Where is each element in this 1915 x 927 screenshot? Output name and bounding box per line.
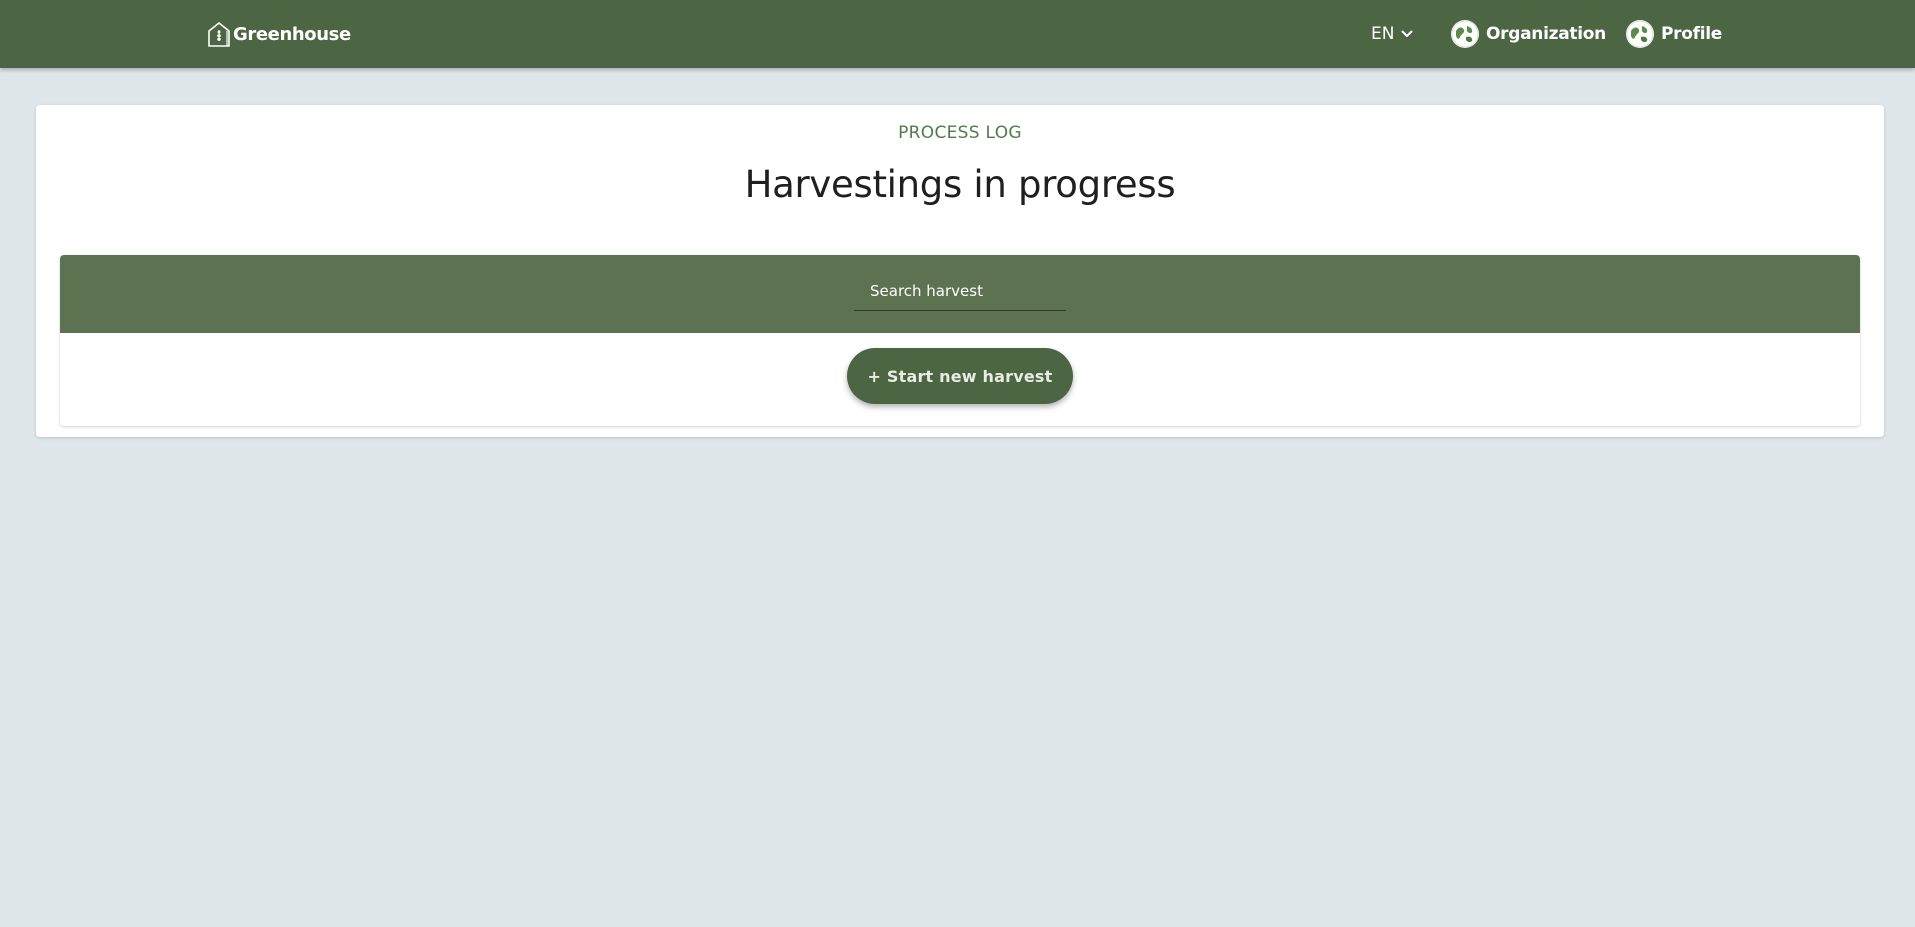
harvest-panel: + Start new harvest	[60, 255, 1860, 426]
profile-globe-icon	[1626, 20, 1654, 48]
brand-home-link[interactable]: Greenhouse	[207, 20, 351, 48]
greenhouse-icon	[207, 21, 231, 47]
nav-organization-link[interactable]: Organization	[1451, 20, 1606, 48]
profile-label: Profile	[1661, 24, 1723, 44]
start-new-harvest-button[interactable]: + Start new harvest	[847, 348, 1073, 404]
nav-profile-link[interactable]: Profile	[1626, 20, 1722, 48]
top-navbar: Greenhouse EN Organization Profile	[0, 0, 1915, 68]
page-title: Harvestings in progress	[744, 163, 1176, 206]
search-harvest-input[interactable]	[854, 271, 1066, 310]
brand-name: Greenhouse	[233, 23, 351, 45]
organization-globe-icon	[1451, 20, 1479, 48]
process-log-card: PROCESS LOG Harvestings in progress + St…	[36, 105, 1884, 437]
search-bar	[60, 255, 1860, 333]
organization-label: Organization	[1486, 24, 1606, 44]
chevron-down-icon	[1401, 30, 1413, 37]
language-select[interactable]: EN	[1371, 20, 1414, 48]
search-field-wrapper	[854, 271, 1066, 311]
language-selected: EN	[1371, 24, 1395, 44]
section-eyebrow: PROCESS LOG	[898, 123, 1022, 143]
